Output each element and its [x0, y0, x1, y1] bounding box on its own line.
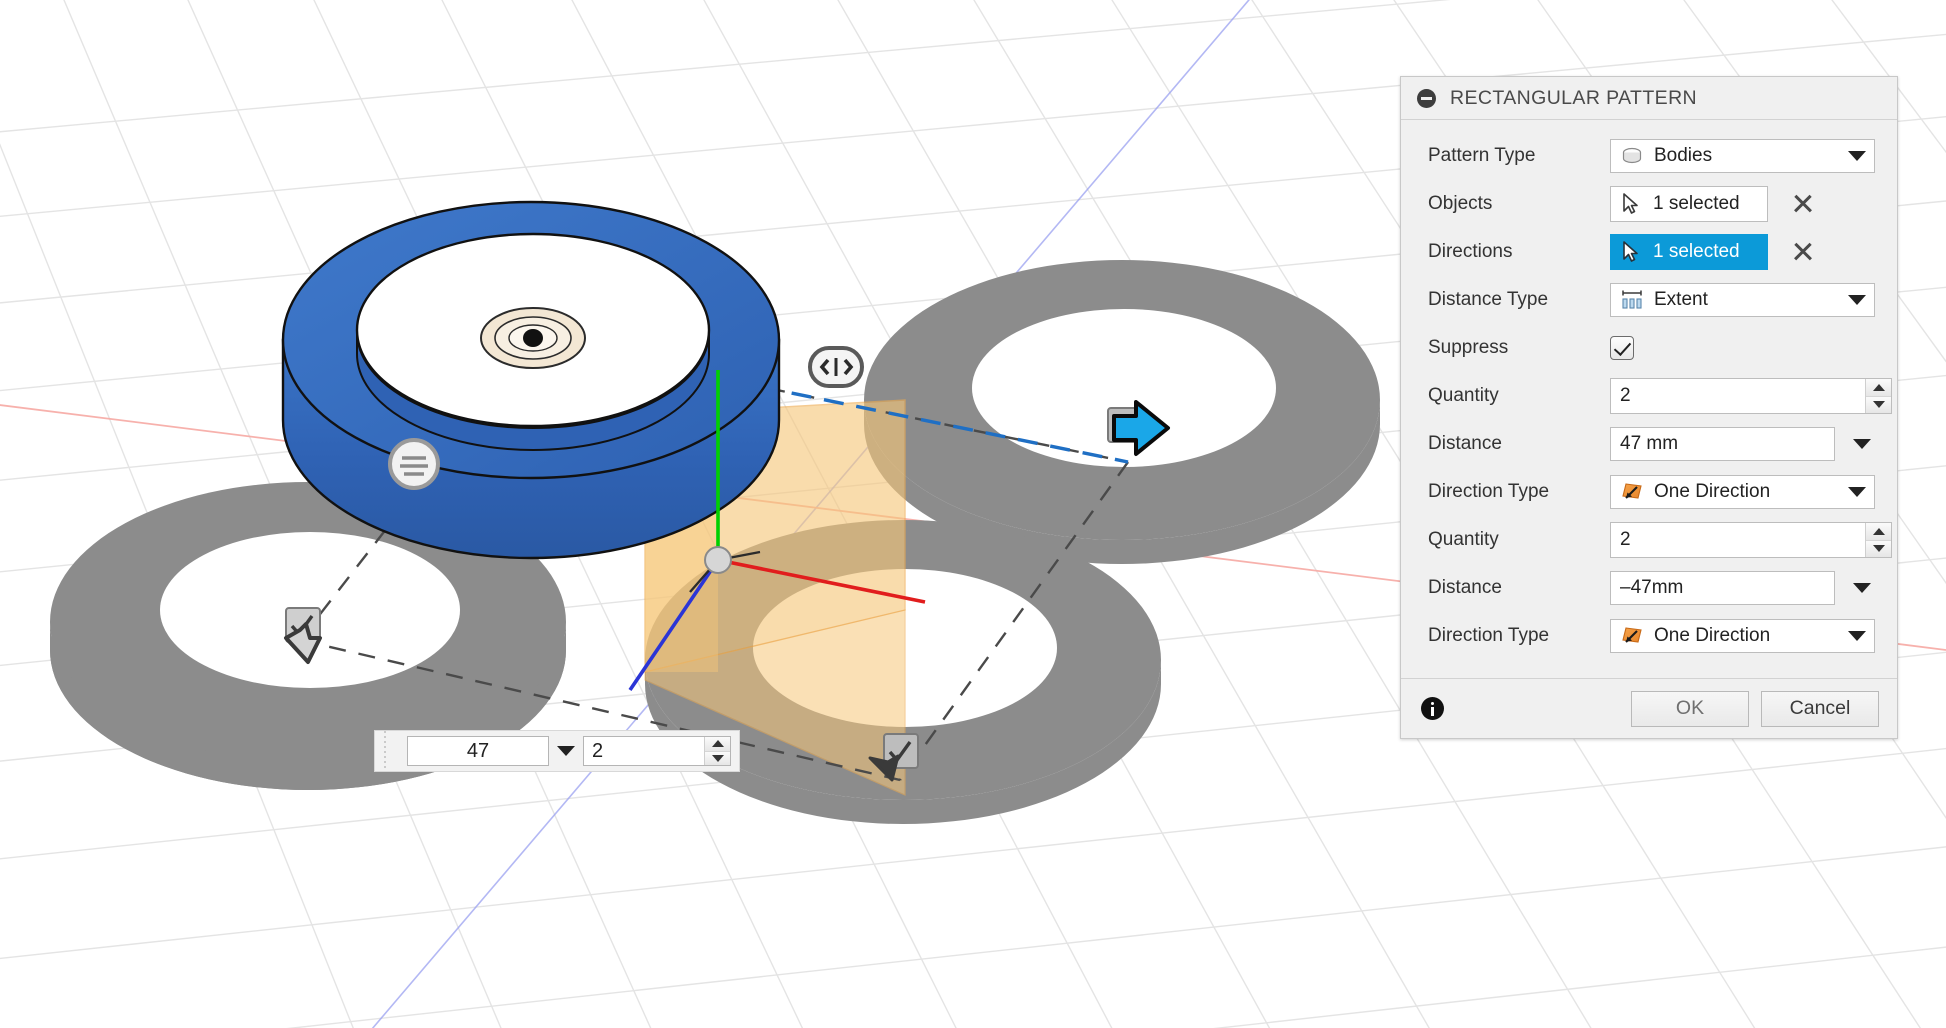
row-direction-type-2: Direction Type One Direction: [1401, 612, 1897, 660]
row-distance-type: Distance Type Extent: [1401, 276, 1897, 324]
label-quantity-1: Quantity: [1428, 385, 1610, 407]
directions-selection-field[interactable]: 1 selected: [1610, 234, 1768, 270]
row-suppress: Suppress: [1401, 324, 1897, 372]
chevron-down-icon: [1848, 631, 1866, 641]
label-objects: Objects: [1428, 193, 1610, 215]
info-icon[interactable]: [1421, 697, 1444, 720]
chevron-down-icon[interactable]: [1853, 439, 1871, 449]
fusion-viewport-screen: 47 2 RECTANGULAR PATTERN Pattern Type: [0, 0, 1946, 1028]
dialog-header[interactable]: RECTANGULAR PATTERN: [1401, 77, 1897, 120]
selected-body[interactable]: [283, 202, 779, 558]
objects-selection-field[interactable]: 1 selected: [1610, 186, 1768, 222]
pattern-type-value: Bodies: [1654, 145, 1838, 167]
chevron-down-icon[interactable]: [1853, 583, 1871, 593]
row-distance-1: Distance 47 mm: [1401, 420, 1897, 468]
quantity-1-stepper[interactable]: [1610, 378, 1892, 414]
distance-2-input[interactable]: –47mm: [1610, 571, 1835, 605]
chevron-down-icon[interactable]: [557, 746, 575, 756]
canvas-quantity-input[interactable]: 2: [584, 737, 704, 765]
cursor-arrow-icon: [1619, 192, 1643, 216]
canvas-distance-input[interactable]: 47: [407, 736, 549, 766]
label-quantity-2: Quantity: [1428, 529, 1610, 551]
label-suppress: Suppress: [1428, 337, 1610, 359]
row-directions: Directions 1 selected: [1401, 228, 1897, 276]
one-direction-icon: [1620, 624, 1644, 648]
triangle-up-icon: [1873, 384, 1885, 391]
clear-directions-icon[interactable]: [1790, 239, 1816, 265]
quantity-2-stepper[interactable]: [1610, 522, 1892, 558]
row-distance-2: Distance –47mm: [1401, 564, 1897, 612]
label-direction-type-1: Direction Type: [1428, 481, 1610, 503]
extent-measure-icon: [1620, 288, 1644, 312]
dialog-body: Pattern Type Bodies Objects: [1401, 120, 1897, 678]
spin-down-button[interactable]: [705, 751, 730, 766]
distance-1-input[interactable]: 47 mm: [1610, 427, 1835, 461]
clear-objects-icon[interactable]: [1790, 191, 1816, 217]
row-pattern-type: Pattern Type Bodies: [1401, 132, 1897, 180]
pattern-type-select[interactable]: Bodies: [1610, 139, 1875, 173]
triangle-down-icon: [1873, 401, 1885, 408]
directions-selection-count: 1 selected: [1653, 241, 1740, 263]
triangle-up-icon: [1873, 528, 1885, 535]
one-direction-icon: [1620, 480, 1644, 504]
canvas-value-input-bar[interactable]: 47 2: [374, 730, 740, 772]
label-distance-1: Distance: [1428, 433, 1610, 455]
cancel-button[interactable]: Cancel: [1761, 691, 1879, 727]
label-distance-2: Distance: [1428, 577, 1610, 599]
collapse-minus-icon[interactable]: [1417, 89, 1436, 108]
suppress-checkbox[interactable]: [1610, 336, 1634, 360]
row-quantity-2: Quantity: [1401, 516, 1897, 564]
label-directions: Directions: [1428, 241, 1610, 263]
spin-up-button[interactable]: [1866, 523, 1891, 540]
direction-type-1-select[interactable]: One Direction: [1610, 475, 1875, 509]
chevron-down-icon: [1848, 295, 1866, 305]
quantity-1-input[interactable]: [1611, 379, 1865, 413]
origin-point-marker[interactable]: [481, 308, 585, 368]
direction-type-2-select[interactable]: One Direction: [1610, 619, 1875, 653]
spin-up-button[interactable]: [1866, 379, 1891, 396]
label-direction-type-2: Direction Type: [1428, 625, 1610, 647]
label-distance-type: Distance Type: [1428, 289, 1610, 311]
triangle-up-icon: [712, 740, 724, 747]
coincident-constraint-badge[interactable]: [390, 440, 438, 488]
quantity-2-spin-buttons[interactable]: [1865, 523, 1891, 557]
canvas-quantity-spin-buttons[interactable]: [704, 737, 730, 765]
ok-button[interactable]: OK: [1631, 691, 1749, 727]
spin-down-button[interactable]: [1866, 396, 1891, 414]
quantity-1-spin-buttons[interactable]: [1865, 379, 1891, 413]
drag-grip-icon[interactable]: [375, 731, 397, 771]
spin-down-button[interactable]: [1866, 540, 1891, 558]
triangle-down-icon: [1873, 545, 1885, 552]
direction-type-2-value: One Direction: [1654, 625, 1838, 647]
quantity-2-input[interactable]: [1611, 523, 1865, 557]
row-direction-type-1: Direction Type One Direction: [1401, 468, 1897, 516]
canvas-quantity-stepper[interactable]: 2: [583, 736, 731, 766]
chevron-down-icon: [1848, 487, 1866, 497]
row-quantity-1: Quantity: [1401, 372, 1897, 420]
cursor-arrow-icon: [1619, 240, 1643, 264]
label-pattern-type: Pattern Type: [1428, 145, 1610, 167]
spin-up-button[interactable]: [705, 737, 730, 751]
dialog-title: RECTANGULAR PATTERN: [1450, 87, 1697, 110]
rectangular-pattern-dialog[interactable]: RECTANGULAR PATTERN Pattern Type Bodies: [1400, 76, 1898, 739]
chevron-down-icon: [1848, 151, 1866, 161]
direction-type-1-value: One Direction: [1654, 481, 1838, 503]
distance-type-value: Extent: [1654, 289, 1838, 311]
symmetry-constraint-badge[interactable]: [810, 348, 862, 386]
triangle-down-icon: [712, 755, 724, 762]
row-objects: Objects 1 selected: [1401, 180, 1897, 228]
distance-type-select[interactable]: Extent: [1610, 283, 1875, 317]
dialog-footer: OK Cancel: [1401, 678, 1897, 738]
objects-selection-count: 1 selected: [1653, 193, 1740, 215]
body-cylinder-icon: [1620, 144, 1644, 168]
